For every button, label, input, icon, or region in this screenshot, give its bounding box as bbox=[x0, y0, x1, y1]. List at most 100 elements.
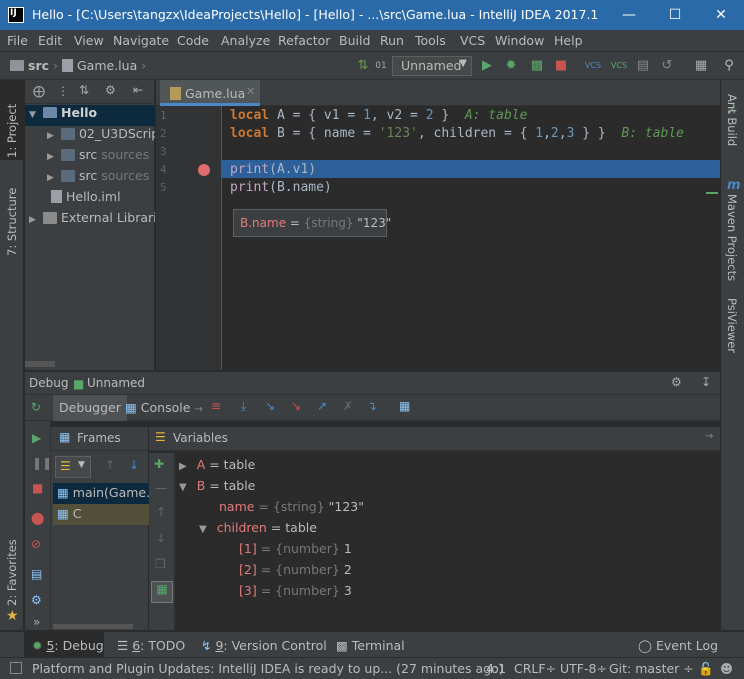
search-icon[interactable]: ⚲ bbox=[720, 57, 738, 75]
tab-debug[interactable]: ✹ 5: Debug bbox=[32, 638, 104, 653]
hide-panel-icon[interactable]: ↧ bbox=[701, 375, 711, 389]
stop-icon[interactable]: ■ bbox=[32, 481, 43, 495]
force-step-into-icon[interactable]: ↘ bbox=[291, 399, 301, 413]
tree-item-hello[interactable]: ▼ Hello bbox=[25, 105, 155, 126]
minimize-icon[interactable]: — bbox=[606, 0, 652, 30]
mute-breakpoints-icon[interactable]: ⊘ bbox=[31, 537, 41, 551]
variable-row-child-1[interactable]: [1] = {number} 1 bbox=[239, 541, 352, 556]
structure-tool-tab[interactable]: 7: Structure bbox=[5, 188, 19, 256]
remove-watch-icon[interactable]: — bbox=[155, 481, 167, 495]
menu-vcs[interactable]: VCS bbox=[460, 33, 485, 48]
view-breakpoints-icon[interactable]: ⬤ bbox=[31, 511, 44, 525]
variable-row-children[interactable]: ▼ children = table bbox=[199, 520, 317, 535]
menu-window[interactable]: Window bbox=[495, 33, 544, 48]
tab-terminal[interactable]: ▩ Terminal bbox=[336, 638, 405, 653]
menu-tools[interactable]: Tools bbox=[415, 33, 446, 48]
close-tab-icon[interactable]: ✕ bbox=[246, 85, 255, 98]
menu-file[interactable]: File bbox=[7, 33, 28, 48]
copy-icon[interactable]: ❐ bbox=[155, 557, 166, 571]
status-message[interactable]: Platform and Plugin Updates: IntelliJ ID… bbox=[32, 661, 504, 676]
coverage-icon[interactable]: ▩ bbox=[528, 57, 546, 75]
run-to-cursor-icon[interactable]: ↴ bbox=[367, 399, 377, 413]
resume-icon[interactable]: ▶ bbox=[32, 431, 41, 445]
code-editor[interactable]: local A = { v1 = 1, v2 = 2 } A: table lo… bbox=[222, 106, 720, 370]
revert-icon[interactable]: ↺ bbox=[658, 57, 676, 75]
hide-icon[interactable]: ⇤ bbox=[133, 83, 143, 97]
variable-row-name[interactable]: name = {string} "123" bbox=[219, 499, 364, 514]
settings-icon[interactable]: ⚙ bbox=[31, 593, 42, 607]
maven-projects-tab[interactable]: Maven Projects bbox=[725, 194, 739, 281]
stop-icon[interactable]: ■ bbox=[552, 57, 570, 75]
ant-build-tab[interactable]: Ant Build bbox=[725, 94, 739, 146]
variable-row-child-3[interactable]: [3] = {number} 3 bbox=[239, 583, 352, 598]
vcs-commit-icon[interactable]: VCS bbox=[610, 57, 628, 75]
tool-windows-icon[interactable] bbox=[10, 662, 22, 674]
pin-icon[interactable]: → bbox=[705, 431, 713, 442]
tab-version-control[interactable]: ↯ 9: Version Control bbox=[201, 638, 327, 653]
evaluate-expression-icon[interactable]: ▦ bbox=[399, 399, 410, 413]
up-arrow-icon[interactable]: ↑ bbox=[105, 458, 115, 472]
variable-row-child-2[interactable]: [2] = {number} 2 bbox=[239, 562, 352, 577]
gear-icon[interactable]: ⚙ bbox=[671, 375, 682, 389]
menu-code[interactable]: Code bbox=[177, 33, 209, 48]
pause-icon[interactable]: ❚❚ bbox=[32, 456, 52, 470]
menu-view[interactable]: View bbox=[74, 33, 104, 48]
tree-item-src-2[interactable]: ▶ src sources bbox=[25, 168, 155, 189]
variable-row-b[interactable]: ▼ B = table bbox=[179, 478, 255, 493]
favorites-tool-tab[interactable]: 2: Favorites bbox=[5, 539, 19, 606]
psiviewer-tab[interactable]: PsiViewer bbox=[725, 298, 739, 353]
thread-select[interactable]: ☰ ▼ bbox=[55, 456, 91, 478]
step-over-icon[interactable]: ⤓ bbox=[241, 399, 246, 414]
git-branch[interactable]: Git: master ÷ bbox=[609, 661, 694, 676]
drop-frame-icon[interactable]: ✗ bbox=[343, 399, 353, 413]
menu-run[interactable]: Run bbox=[380, 33, 404, 48]
event-log-tab[interactable]: ◯ Event Log bbox=[638, 638, 718, 653]
horizontal-scrollbar[interactable] bbox=[25, 361, 55, 367]
caret-position[interactable]: 4:1 bbox=[486, 661, 506, 676]
step-out-icon[interactable]: ↗ bbox=[317, 399, 327, 413]
tree-item-iml[interactable]: Hello.iml bbox=[25, 189, 155, 210]
value-tooltip[interactable]: B.name = {string} "123" bbox=[233, 209, 391, 237]
editor-tab-game-lua[interactable]: Game.lua ✕ bbox=[160, 80, 260, 106]
project-tool-tab[interactable]: 1: Project bbox=[5, 104, 19, 158]
build-icon[interactable]: ⇅ bbox=[354, 57, 372, 75]
tab-console[interactable]: ▦ Console → bbox=[119, 395, 209, 421]
menu-analyze[interactable]: Analyze bbox=[221, 33, 270, 48]
more-icon[interactable]: » bbox=[33, 615, 40, 629]
breakpoint-icon[interactable] bbox=[198, 164, 210, 176]
line-separator[interactable]: CRLF÷ bbox=[514, 661, 556, 676]
collapse-icon[interactable]: ⋮ bbox=[57, 84, 69, 98]
breadcrumb-src[interactable]: src › bbox=[10, 58, 58, 73]
step-into-icon[interactable]: ↘ bbox=[265, 399, 275, 413]
file-encoding[interactable]: UTF-8÷ bbox=[560, 661, 607, 676]
breadcrumb-file[interactable]: Game.lua › bbox=[62, 58, 146, 73]
target-icon[interactable]: ⨁ bbox=[33, 84, 45, 98]
lock-icon[interactable]: 🔓 bbox=[698, 661, 714, 677]
project-structure-icon[interactable]: ▦ bbox=[692, 57, 710, 75]
show-watches-icon[interactable]: ▦ bbox=[151, 581, 173, 603]
close-icon[interactable]: ✕ bbox=[698, 0, 744, 30]
variable-row-a[interactable]: ▶ A = table bbox=[179, 457, 255, 472]
frame-item[interactable]: ▦ main(Game.l bbox=[53, 483, 149, 504]
horizontal-scrollbar[interactable] bbox=[53, 624, 133, 629]
maximize-icon[interactable]: ☐ bbox=[652, 0, 698, 30]
inspector-icon[interactable]: ☻ bbox=[720, 661, 733, 676]
menu-navigate[interactable]: Navigate bbox=[113, 33, 169, 48]
tree-item-src-1[interactable]: ▶ src sources bbox=[25, 147, 155, 168]
menu-help[interactable]: Help bbox=[554, 33, 583, 48]
run-icon[interactable]: ▶ bbox=[478, 57, 496, 75]
gear-icon[interactable]: ⚙ bbox=[105, 83, 116, 97]
tab-debugger[interactable]: Debugger bbox=[53, 395, 127, 421]
tree-item-external-libraries[interactable]: ▶ External Librarie bbox=[25, 210, 155, 231]
menu-refactor[interactable]: Refactor bbox=[278, 33, 330, 48]
down-arrow-icon[interactable]: ↓ bbox=[156, 531, 166, 545]
menu-edit[interactable]: Edit bbox=[38, 33, 62, 48]
tree-item-u3dscripts[interactable]: ▶ 02_U3DScrip bbox=[25, 126, 155, 147]
debug-icon[interactable]: ✹ bbox=[502, 57, 520, 75]
rerun-icon[interactable]: ↻ bbox=[31, 400, 41, 414]
tab-todo[interactable]: ☰ 6: TODO bbox=[117, 638, 185, 653]
binary-icon[interactable]: 01 bbox=[372, 57, 390, 75]
up-arrow-icon[interactable]: ↑ bbox=[156, 505, 166, 519]
menu-build[interactable]: Build bbox=[339, 33, 370, 48]
vcs-update-icon[interactable]: VCS bbox=[584, 57, 602, 75]
